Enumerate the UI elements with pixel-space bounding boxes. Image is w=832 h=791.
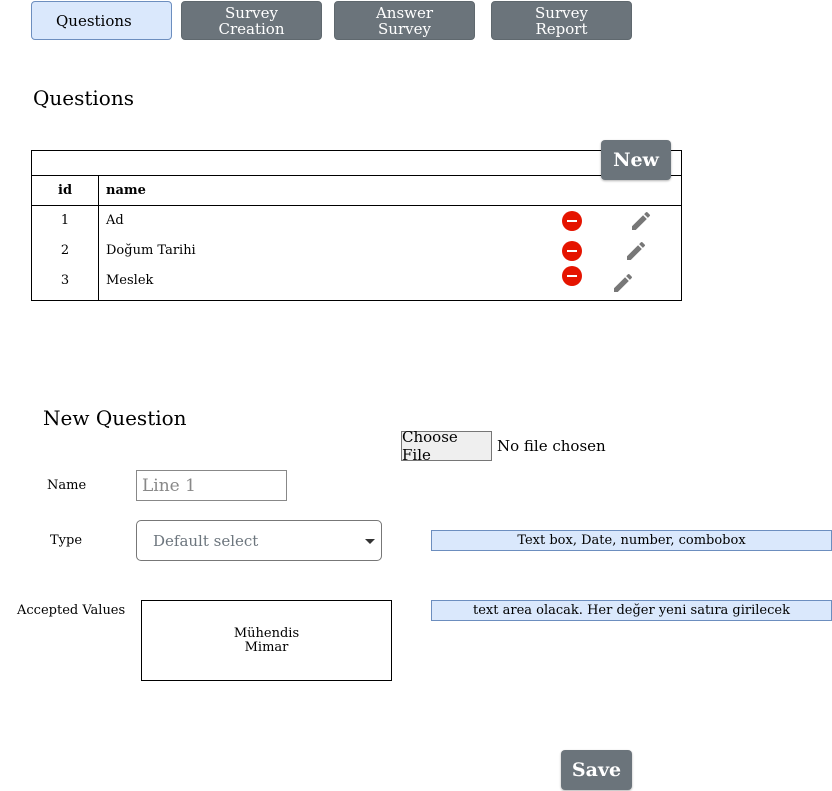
type-select-value: Default select <box>153 531 259 550</box>
questions-table: id name 1 Ad 2 Doğum Tarihi 3 Meslek <box>31 150 682 301</box>
row-id: 2 <box>60 243 70 258</box>
table-divider <box>98 175 99 300</box>
row-name: Meslek <box>106 273 154 288</box>
tab-survey-creation[interactable]: Survey Creation <box>181 1 322 40</box>
tab-answer-survey[interactable]: Answer Survey <box>334 1 475 40</box>
row-id: 3 <box>60 273 70 288</box>
file-status: No file chosen <box>497 437 606 455</box>
row-name: Ad <box>106 213 124 228</box>
accepted-value-line: Mühendis <box>233 625 300 641</box>
name-label: Name <box>47 478 87 493</box>
save-button[interactable]: Save <box>561 750 632 790</box>
column-header-id: id <box>58 183 73 198</box>
table-divider <box>32 205 681 206</box>
tab-questions[interactable]: Questions <box>31 1 172 40</box>
row-id: 1 <box>60 213 70 228</box>
caret-down-icon <box>365 539 375 544</box>
new-question-button[interactable]: New <box>601 140 671 180</box>
choose-file-button[interactable]: Choose File <box>401 428 492 464</box>
name-input[interactable] <box>136 470 287 501</box>
file-picker: Choose File No file chosen <box>401 428 606 464</box>
pencil-icon[interactable] <box>624 239 648 263</box>
accepted-values-note: text area olacak. Her değer yeni satıra … <box>431 600 832 621</box>
accepted-value-line: Mimar <box>244 639 289 655</box>
row-name: Doğum Tarihi <box>106 243 196 258</box>
table-divider <box>32 175 681 176</box>
delete-icon[interactable] <box>562 241 582 261</box>
accepted-values-textarea[interactable]: Mühendis Mimar <box>141 600 392 681</box>
accepted-values-label: Accepted Values <box>17 603 126 618</box>
pencil-icon[interactable] <box>629 209 653 233</box>
new-question-title: New Question <box>43 406 187 430</box>
pencil-icon[interactable] <box>611 271 635 295</box>
column-header-name: name <box>106 183 146 198</box>
delete-icon[interactable] <box>562 211 582 231</box>
questions-title: Questions <box>33 86 134 110</box>
delete-icon[interactable] <box>562 266 582 286</box>
type-note: Text box, Date, number, combobox <box>431 530 832 551</box>
type-select[interactable]: Default select <box>136 520 382 561</box>
type-label: Type <box>50 533 83 548</box>
tab-survey-report[interactable]: Survey Report <box>491 1 632 40</box>
